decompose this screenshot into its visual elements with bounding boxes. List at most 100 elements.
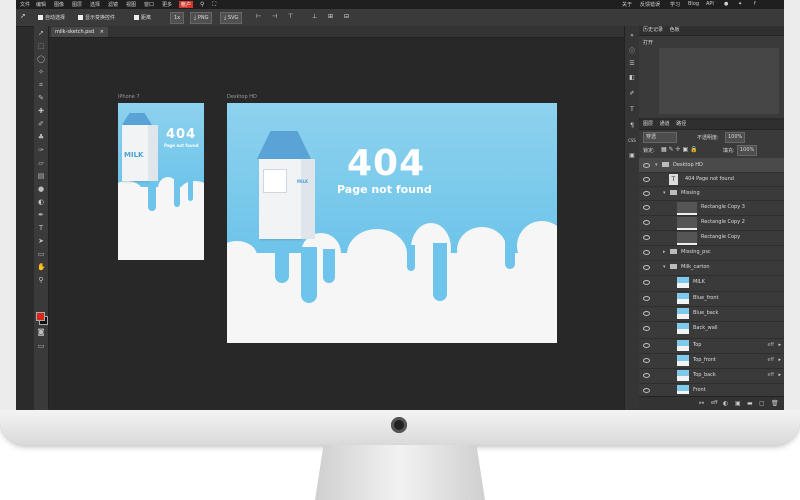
tab-swatches[interactable]: 色板 [670, 27, 680, 33]
tab-history[interactable]: 历史记录 [643, 27, 663, 33]
magic-wand-icon[interactable]: ✧ [37, 68, 45, 76]
menu-file[interactable]: 文件 [20, 1, 30, 8]
fill-input[interactable]: 100% [737, 145, 758, 156]
layer-row[interactable]: ▾ Milk_carton [639, 260, 784, 276]
visibility-eye-icon[interactable] [643, 191, 650, 196]
brush-settings-icon[interactable]: ✐ [627, 90, 637, 97]
crop-icon[interactable]: ⌗ [37, 81, 45, 89]
layer-row[interactable]: ▾ Missing [639, 186, 784, 201]
foreground-color-swatch[interactable] [36, 312, 45, 321]
visibility-eye-icon[interactable] [643, 373, 650, 378]
shape-icon[interactable]: ▭ [37, 250, 45, 258]
healing-icon[interactable]: ✚ [37, 107, 45, 115]
adjustments-icon[interactable]: ◧ [627, 74, 637, 81]
path-select-icon[interactable]: ➤ [37, 237, 45, 245]
menu-about[interactable]: 关于 [622, 1, 632, 8]
fullscreen-icon[interactable]: ⛶ [212, 1, 216, 9]
properties-icon[interactable]: ☰ [627, 60, 637, 67]
visibility-eye-icon[interactable] [643, 220, 650, 225]
visibility-eye-icon[interactable] [643, 163, 650, 168]
layer-effects-label[interactable]: eff [767, 357, 774, 363]
new-layer-icon[interactable]: ▢ [759, 400, 765, 407]
screen-mode-icon[interactable]: ▭ [37, 342, 45, 350]
menu-blog[interactable]: Blog [688, 1, 699, 7]
visibility-eye-icon[interactable] [643, 280, 650, 285]
menu-window[interactable]: 窗口 [144, 1, 154, 8]
text-icon[interactable]: T [37, 224, 45, 232]
delete-layer-icon[interactable]: 🗑 [771, 400, 779, 407]
visibility-eye-icon[interactable] [643, 265, 650, 270]
gradient-icon[interactable]: ▤ [37, 172, 45, 180]
menu-filter[interactable]: 滤镜 [108, 1, 118, 8]
layer-row[interactable]: Blue_back [639, 306, 784, 322]
checkbox-box[interactable] [78, 15, 83, 20]
lock-icons[interactable]: ▦ ✎ ✛ ▣ 🔒 [661, 146, 698, 153]
tab-channels[interactable]: 通道 [660, 121, 670, 127]
collapse-arrow-icon[interactable]: ▾ [663, 264, 666, 270]
tab-paths[interactable]: 路径 [676, 121, 686, 127]
layer-row[interactable]: Rectangle Copy [639, 230, 784, 246]
blend-mode-select[interactable]: 穿透 [643, 132, 677, 143]
menu-feedback[interactable]: 反馈错误 [640, 1, 660, 8]
paragraph-icon[interactable]: ¶ [627, 122, 637, 129]
close-icon[interactable]: × [100, 29, 104, 35]
align-left-icon[interactable]: ⊢ [256, 13, 261, 20]
search-icon[interactable]: ⚲ [200, 1, 204, 8]
zoom-icon[interactable]: ⚲ [37, 276, 45, 284]
export-svg-button[interactable]: ⤓ SVG [220, 12, 243, 24]
align-center-icon[interactable]: ⊣ [272, 13, 277, 20]
auto-select-checkbox[interactable]: 自动选择 [38, 14, 65, 21]
blur-icon[interactable]: ● [37, 185, 45, 193]
menu-learn[interactable]: 学习 [670, 1, 680, 8]
dodge-icon[interactable]: ◐ [37, 198, 45, 206]
layer-effects-label[interactable]: eff [767, 372, 774, 378]
menu-image[interactable]: 图像 [54, 1, 64, 8]
expand-arrow-icon[interactable]: ▸ [663, 249, 666, 255]
menu-select[interactable]: 选择 [90, 1, 100, 8]
link-layers-icon[interactable]: ⚯ [699, 400, 704, 407]
history-item[interactable]: 打开 [643, 39, 653, 46]
collapse-icon[interactable]: » [627, 32, 637, 39]
opacity-input[interactable]: 100% [725, 132, 746, 143]
checkbox-box[interactable] [38, 15, 43, 20]
menu-edit[interactable]: 编辑 [36, 1, 46, 8]
layer-row[interactable]: Top eff ▸ [639, 338, 784, 354]
layer-row[interactable]: Front [639, 383, 784, 394]
export-png-button[interactable]: ⤓ PNG [190, 12, 213, 24]
show-transform-checkbox[interactable]: 显示变换控件 [78, 14, 115, 21]
align-right-icon[interactable]: ⊤ [288, 13, 293, 20]
facebook-icon[interactable]: f [754, 1, 756, 7]
visibility-eye-icon[interactable] [643, 326, 650, 331]
layer-row[interactable]: MILK [639, 275, 784, 292]
align-middle-icon[interactable]: ⊞ [328, 13, 333, 20]
collapse-arrow-icon[interactable]: ▾ [655, 162, 658, 168]
menu-more[interactable]: 更多 [162, 1, 172, 8]
image-icon[interactable]: ▣ [627, 152, 637, 159]
brush-icon[interactable]: ✐ [37, 120, 45, 128]
effects-expand-icon[interactable]: ▸ [778, 342, 781, 348]
layer-row[interactable]: Top_back eff ▸ [639, 368, 784, 384]
align-bottom-icon[interactable]: ⊟ [344, 13, 349, 20]
visibility-eye-icon[interactable] [643, 343, 650, 348]
layer-effects-label[interactable]: eff [767, 342, 774, 348]
layer-row[interactable]: Top_front eff ▸ [639, 353, 784, 369]
layer-row[interactable]: T 404 Page not found [639, 172, 784, 187]
visibility-eye-icon[interactable] [643, 235, 650, 240]
visibility-eye-icon[interactable] [643, 250, 650, 255]
clone-stamp-icon[interactable]: ♣ [37, 133, 45, 141]
layer-row[interactable]: ▾ Desktop HD [639, 158, 784, 173]
menu-layer[interactable]: 图层 [72, 1, 82, 8]
visibility-eye-icon[interactable] [643, 311, 650, 316]
visibility-eye-icon[interactable] [643, 388, 650, 393]
effects-expand-icon[interactable]: ▸ [778, 372, 781, 378]
layer-row[interactable]: Back_wall [639, 321, 784, 339]
menu-api[interactable]: API [706, 1, 714, 7]
zoom-select[interactable]: 1x [170, 12, 185, 24]
pen-icon[interactable]: ✒ [37, 211, 45, 219]
visibility-eye-icon[interactable] [643, 177, 650, 182]
adjustment-layer-icon[interactable]: ◐ [723, 400, 728, 407]
canvas-area[interactable]: iPhone 7 MILK 404 Page not found Desktop… [49, 38, 624, 410]
tab-layers[interactable]: 图层 [643, 121, 653, 127]
info-icon[interactable]: ⓘ [627, 46, 637, 55]
layer-row[interactable]: Blue_front [639, 291, 784, 307]
